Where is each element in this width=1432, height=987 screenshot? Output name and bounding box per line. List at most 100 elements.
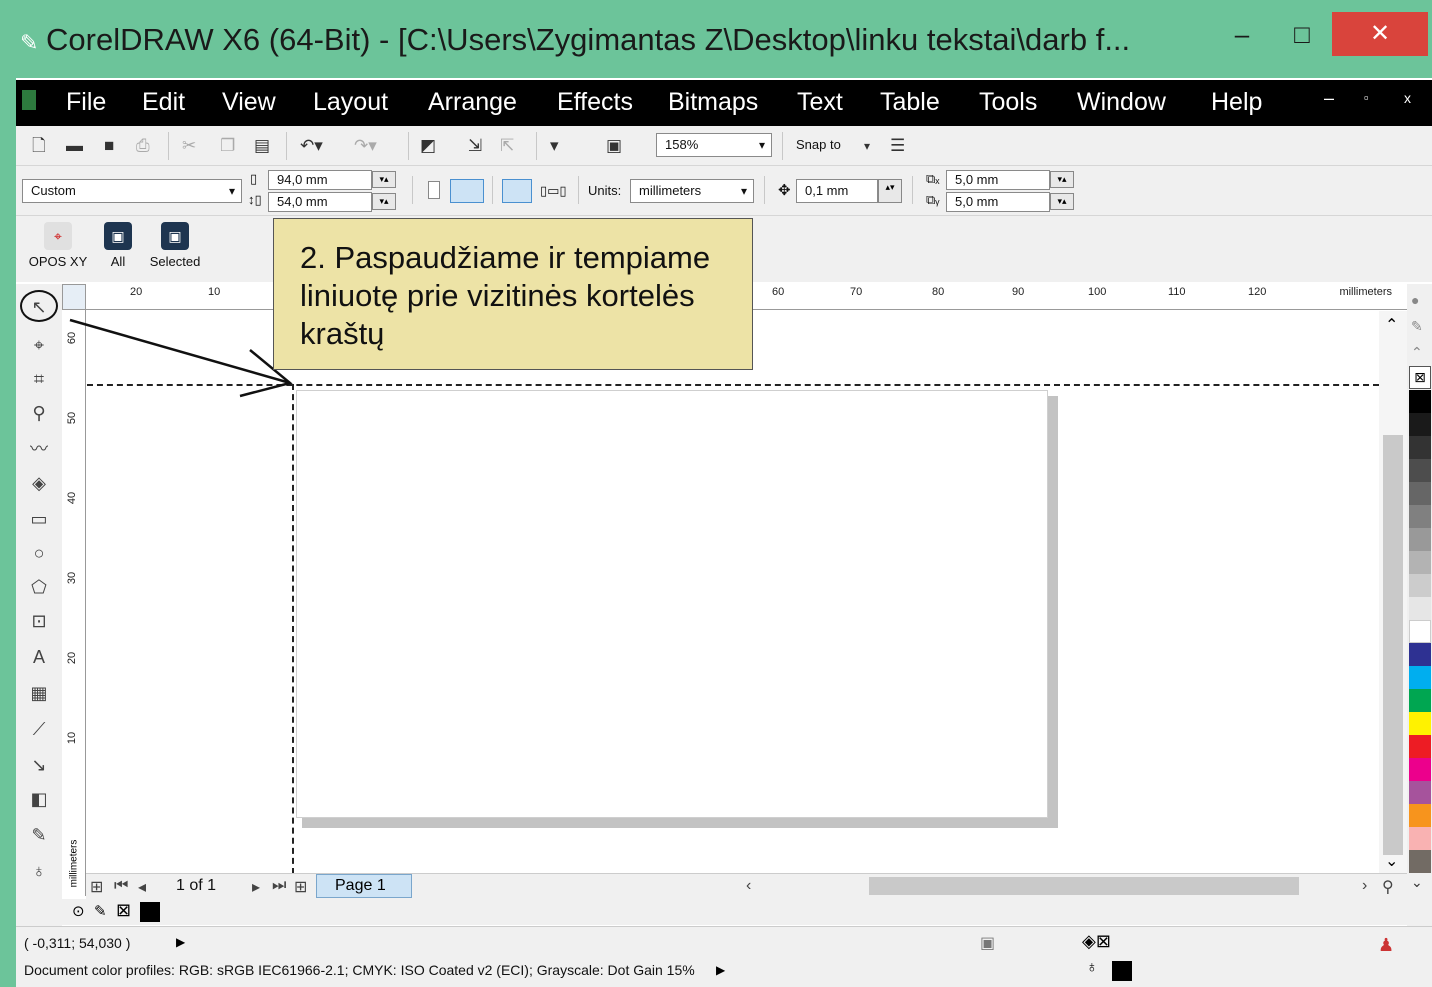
print-icon[interactable]: ⎙ bbox=[136, 136, 150, 156]
undo-icon[interactable]: ↶▾ bbox=[300, 136, 323, 156]
polygon-tool-icon[interactable]: ⬠ bbox=[24, 572, 54, 602]
menu-window[interactable]: Window bbox=[1077, 88, 1166, 117]
redo-icon[interactable]: ↷▾ bbox=[354, 136, 377, 156]
nudge-stepper[interactable]: ▴▾ bbox=[878, 179, 902, 203]
color-swatch[interactable] bbox=[1409, 551, 1431, 574]
shape-tool-icon[interactable]: ⌖ bbox=[24, 330, 54, 360]
menu-layout[interactable]: Layout bbox=[313, 88, 388, 117]
close-button[interactable]: ✕ bbox=[1332, 12, 1428, 56]
color-swatch[interactable] bbox=[140, 902, 160, 922]
menu-help[interactable]: Help bbox=[1211, 88, 1262, 117]
color-swatch[interactable] bbox=[1409, 804, 1431, 827]
menu-table[interactable]: Table bbox=[880, 88, 940, 117]
menu-edit[interactable]: Edit bbox=[142, 88, 185, 117]
page-width-stepper[interactable]: ▾▴ bbox=[372, 171, 396, 188]
horizontal-scroll-thumb[interactable] bbox=[869, 877, 1299, 895]
cut-icon[interactable]: ✂ bbox=[182, 136, 196, 156]
page-tab[interactable]: Page 1 bbox=[316, 874, 412, 898]
document-page[interactable] bbox=[296, 390, 1048, 818]
current-page-icon[interactable]: ▯▭▯ bbox=[540, 183, 567, 199]
snap-to-button[interactable]: Snap to bbox=[796, 137, 841, 152]
color-swatch[interactable] bbox=[1409, 712, 1431, 735]
scroll-right-icon[interactable]: › bbox=[1362, 877, 1367, 895]
open-icon[interactable]: ▬ bbox=[66, 136, 83, 156]
table-tool-icon[interactable]: ▦ bbox=[24, 678, 54, 708]
first-page-icon[interactable]: ⏮ bbox=[114, 877, 128, 895]
color-swatch[interactable] bbox=[1409, 459, 1431, 482]
paste-icon[interactable]: ▤ bbox=[254, 136, 270, 156]
color-swatch[interactable] bbox=[1409, 482, 1431, 505]
color-swatch[interactable] bbox=[1409, 689, 1431, 712]
menu-file[interactable]: File bbox=[66, 88, 106, 117]
menu-view[interactable]: View bbox=[222, 88, 276, 117]
color-swatch[interactable] bbox=[1409, 850, 1431, 873]
next-page-icon[interactable]: ▸ bbox=[252, 877, 260, 897]
menu-effects[interactable]: Effects bbox=[557, 88, 633, 117]
ruler-origin[interactable] bbox=[62, 284, 86, 310]
rectangle-tool-icon[interactable]: ▭ bbox=[24, 504, 54, 534]
color-swatch[interactable] bbox=[1409, 574, 1431, 597]
palette-scroll-icon[interactable]: ● bbox=[1411, 292, 1419, 308]
horizontal-guideline[interactable] bbox=[87, 384, 1379, 386]
ellipse-tool-icon[interactable]: ○ bbox=[24, 538, 54, 568]
search-content-icon[interactable]: ◩ bbox=[420, 136, 436, 156]
import-icon[interactable]: ⇲ bbox=[468, 136, 482, 156]
page-height-field[interactable]: 54,0 mm bbox=[268, 192, 372, 212]
menu-tools[interactable]: Tools bbox=[979, 88, 1037, 117]
portrait-button[interactable] bbox=[428, 181, 440, 199]
chevron-up-icon[interactable]: ⌃ bbox=[1411, 344, 1423, 361]
all-pages-button[interactable] bbox=[502, 179, 532, 203]
zoom-tool-icon[interactable]: ⚲ bbox=[24, 398, 54, 428]
page-width-field[interactable]: 94,0 mm bbox=[268, 170, 372, 190]
maximize-button[interactable]: □ bbox=[1282, 14, 1322, 60]
macro-opos-xy[interactable]: ⌖ OPOS XY bbox=[28, 222, 88, 269]
vertical-guideline[interactable] bbox=[292, 384, 294, 874]
crop-tool-icon[interactable]: ⌗ bbox=[24, 364, 54, 394]
color-swatch[interactable] bbox=[1409, 781, 1431, 804]
application-launcher-icon[interactable]: ▾ bbox=[550, 136, 559, 156]
play-icon[interactable]: ▶ bbox=[716, 963, 725, 977]
add-page-after-icon[interactable]: ⊞ bbox=[294, 877, 307, 897]
color-swatch[interactable] bbox=[1409, 505, 1431, 528]
color-swatch[interactable] bbox=[1409, 758, 1431, 781]
chevron-down-icon[interactable]: ⌄ bbox=[1411, 874, 1423, 891]
copy-icon[interactable]: ❐ bbox=[220, 136, 235, 156]
mdi-restore-button[interactable]: ▫ bbox=[1364, 90, 1369, 105]
duplicate-x-stepper[interactable]: ▾▴ bbox=[1050, 171, 1074, 188]
units-select[interactable]: millimeters ▾ bbox=[630, 179, 754, 203]
color-swatch[interactable] bbox=[1409, 620, 1431, 643]
save-icon[interactable]: ■ bbox=[104, 136, 114, 156]
no-color-swatch[interactable]: ⊠ bbox=[1409, 366, 1431, 389]
smart-fill-tool-icon[interactable]: ◈ bbox=[24, 468, 54, 498]
dimension-tool-icon[interactable]: ⟋ bbox=[24, 714, 54, 744]
duplicate-y-stepper[interactable]: ▾▴ bbox=[1050, 193, 1074, 210]
last-page-icon[interactable]: ⏭ bbox=[272, 877, 286, 895]
snap-dropdown-icon[interactable]: ▾ bbox=[864, 136, 870, 156]
macro-selected[interactable]: ▣ Selected bbox=[144, 222, 206, 269]
text-tool-icon[interactable]: A bbox=[24, 642, 54, 672]
pick-tool-icon[interactable]: ↖ bbox=[20, 290, 58, 322]
page-height-stepper[interactable]: ▾▴ bbox=[372, 193, 396, 210]
basic-shapes-tool-icon[interactable]: ⊡ bbox=[24, 606, 54, 636]
user-icon[interactable]: ♟ bbox=[1378, 935, 1394, 956]
new-document-icon[interactable]: 🗋 bbox=[32, 136, 46, 156]
vertical-ruler[interactable]: 60 50 40 30 20 10 millimeters bbox=[62, 310, 86, 896]
previous-page-icon[interactable]: ◂ bbox=[138, 877, 146, 897]
welcome-screen-icon[interactable]: ▣ bbox=[606, 136, 622, 156]
color-swatch[interactable] bbox=[1409, 436, 1431, 459]
document-icon[interactable]: ▣ bbox=[980, 933, 995, 953]
menu-text[interactable]: Text bbox=[797, 88, 843, 117]
outline-pen-tool-icon[interactable]: ♁ bbox=[24, 856, 54, 886]
color-profiles-text[interactable]: Document color profiles: RGB: sRGB IEC61… bbox=[24, 962, 695, 978]
menu-arrange[interactable]: Arrange bbox=[428, 88, 517, 117]
color-swatch[interactable] bbox=[1409, 528, 1431, 551]
landscape-button[interactable] bbox=[450, 179, 484, 203]
minimize-button[interactable]: – bbox=[1222, 14, 1262, 60]
menu-bitmaps[interactable]: Bitmaps bbox=[668, 88, 758, 117]
scroll-up-icon[interactable]: ⌃ bbox=[1385, 315, 1398, 335]
options-icon[interactable]: ☰ bbox=[890, 136, 905, 156]
nudge-distance-field[interactable]: 0,1 mm bbox=[796, 179, 878, 203]
duplicate-x-field[interactable]: 5,0 mm bbox=[946, 170, 1050, 190]
eyedropper-icon[interactable]: ✎ bbox=[1411, 318, 1423, 335]
zoom-level-select[interactable]: 158% ▾ bbox=[656, 133, 772, 157]
